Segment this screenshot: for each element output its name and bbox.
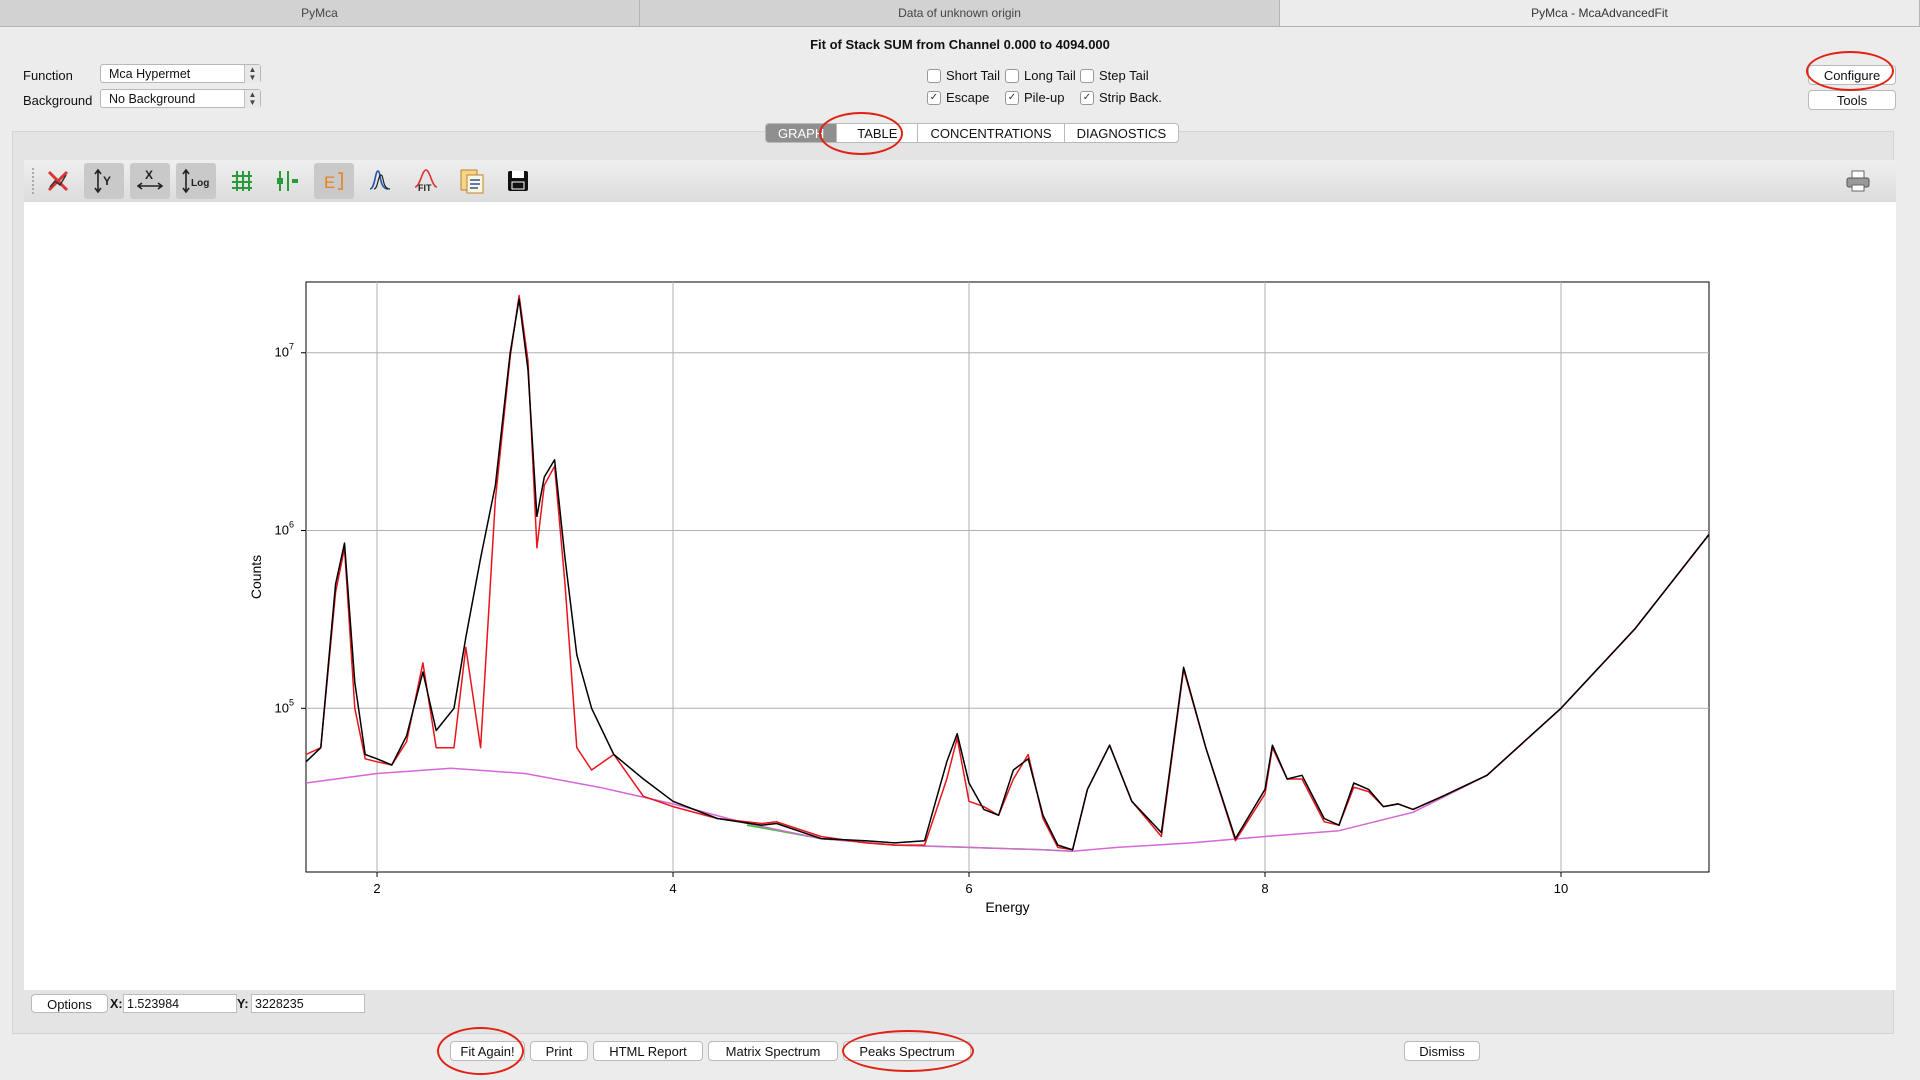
report-icon[interactable] [452, 163, 492, 199]
window-tab-pymca[interactable]: PyMca [0, 0, 640, 26]
y-coord-field: 3228235 [251, 994, 365, 1013]
y-tick-label: 105 [275, 697, 294, 715]
y-axis-label: Counts [248, 555, 264, 599]
y-tick-label: 107 [275, 342, 294, 360]
x-tick-label: 4 [669, 881, 676, 896]
fit-title: Fit of Stack SUM from Channel 0.000 to 4… [810, 37, 1110, 52]
short-tail-checkbox[interactable]: Short Tail [927, 68, 1000, 83]
reset-zoom-icon[interactable] [38, 163, 78, 199]
dismiss-button[interactable]: Dismiss [1404, 1041, 1480, 1061]
svg-text:FIT: FIT [418, 183, 432, 193]
fit-again-button[interactable]: Fit Again! [450, 1041, 525, 1061]
configure-button[interactable]: Configure [1808, 65, 1896, 85]
strip-back-checkbox[interactable]: ✓ Strip Back. [1080, 90, 1162, 105]
background-select[interactable]: No Background ▲ ▼ [100, 89, 261, 108]
function-label: Function [23, 68, 73, 83]
checkbox-box [1005, 68, 1019, 83]
fit-icon[interactable]: FIT [406, 163, 446, 199]
view-tabs: GRAPH TABLE CONCENTRATIONS DIAGNOSTICS [765, 123, 1180, 143]
peak-icon[interactable] [360, 163, 400, 199]
pileup-label: Pile-up [1024, 90, 1065, 105]
autoscale-y-icon[interactable]: Y [84, 163, 124, 199]
peaks-spectrum-button[interactable]: Peaks Spectrum [843, 1041, 971, 1061]
svg-text:E: E [324, 173, 335, 192]
save-icon[interactable] [498, 163, 538, 199]
background-label: Background [23, 93, 93, 108]
tab-concentrations[interactable]: CONCENTRATIONS [917, 123, 1065, 143]
plot-toolbar: Y X Log E FIT [24, 160, 1896, 203]
checkbox-box [1080, 68, 1094, 83]
x-tick-label: 10 [1554, 881, 1568, 896]
x-tick-label: 6 [965, 881, 972, 896]
print-icon[interactable] [1838, 163, 1878, 199]
long-tail-checkbox[interactable]: Long Tail [1005, 68, 1076, 83]
window-tab-data[interactable]: Data of unknown origin [640, 0, 1280, 26]
x-tick-label: 8 [1261, 881, 1268, 896]
html-report-button[interactable]: HTML Report [593, 1041, 703, 1061]
x-coord-label: X: [110, 997, 123, 1011]
svg-text:X: X [145, 168, 153, 182]
step-tail-checkbox[interactable]: Step Tail [1080, 68, 1149, 83]
x-coord-field: 1.523984 [123, 994, 237, 1013]
tab-table[interactable]: TABLE [836, 123, 919, 143]
checkbox-box [927, 68, 941, 83]
chevron-updown-icon: ▲ ▼ [244, 90, 260, 108]
svg-text:Log: Log [191, 178, 209, 189]
strip-back-label: Strip Back. [1099, 90, 1162, 105]
grid-icon[interactable] [222, 163, 262, 199]
tab-diagnostics[interactable]: DIAGNOSTICS [1063, 123, 1180, 143]
matrix-spectrum-button[interactable]: Matrix Spectrum [708, 1041, 838, 1061]
tools-button[interactable]: Tools [1808, 90, 1896, 110]
escape-label: Escape [946, 90, 990, 105]
background-value: No Background [109, 92, 196, 106]
pileup-checkbox[interactable]: ✓ Pile-up [1005, 90, 1064, 105]
svg-text:Y: Y [103, 174, 111, 188]
window-tab-bar: PyMca Data of unknown origin PyMca - Mca… [0, 0, 1920, 27]
chevron-updown-icon: ▲ ▼ [244, 65, 260, 83]
check-icon: ✓ [1005, 90, 1019, 105]
print-button[interactable]: Print [530, 1041, 588, 1061]
options-button[interactable]: Options [31, 994, 108, 1013]
check-icon: ✓ [1080, 90, 1094, 105]
plot-frame [305, 281, 1710, 873]
y-tick-label: 106 [275, 520, 294, 538]
y-coord-label: Y: [237, 997, 249, 1011]
check-icon: ✓ [927, 90, 941, 105]
curve-style-icon[interactable] [268, 163, 308, 199]
plot-area[interactable]: 2 4 6 8 10 105 106 107 Energy Counts [24, 202, 1896, 990]
log-y-icon[interactable]: Log [176, 163, 216, 199]
spectrum-chart[interactable]: 2 4 6 8 10 105 106 107 Energy Counts [24, 202, 1896, 990]
function-select[interactable]: Mca Hypermet ▲ ▼ [100, 64, 261, 83]
toolbar-grip [32, 168, 36, 194]
function-value: Mca Hypermet [109, 67, 191, 81]
window-tab-advancedfit[interactable]: PyMca - McaAdvancedFit [1280, 0, 1920, 26]
short-tail-label: Short Tail [946, 68, 1000, 83]
escape-checkbox[interactable]: ✓ Escape [927, 90, 989, 105]
autoscale-x-icon[interactable]: X [130, 163, 170, 199]
step-tail-label: Step Tail [1099, 68, 1149, 83]
long-tail-label: Long Tail [1024, 68, 1076, 83]
x-tick-label: 2 [373, 881, 380, 896]
tab-graph[interactable]: GRAPH [765, 123, 838, 143]
energy-axis-icon[interactable]: E [314, 163, 354, 199]
x-axis-label: Energy [985, 899, 1029, 915]
